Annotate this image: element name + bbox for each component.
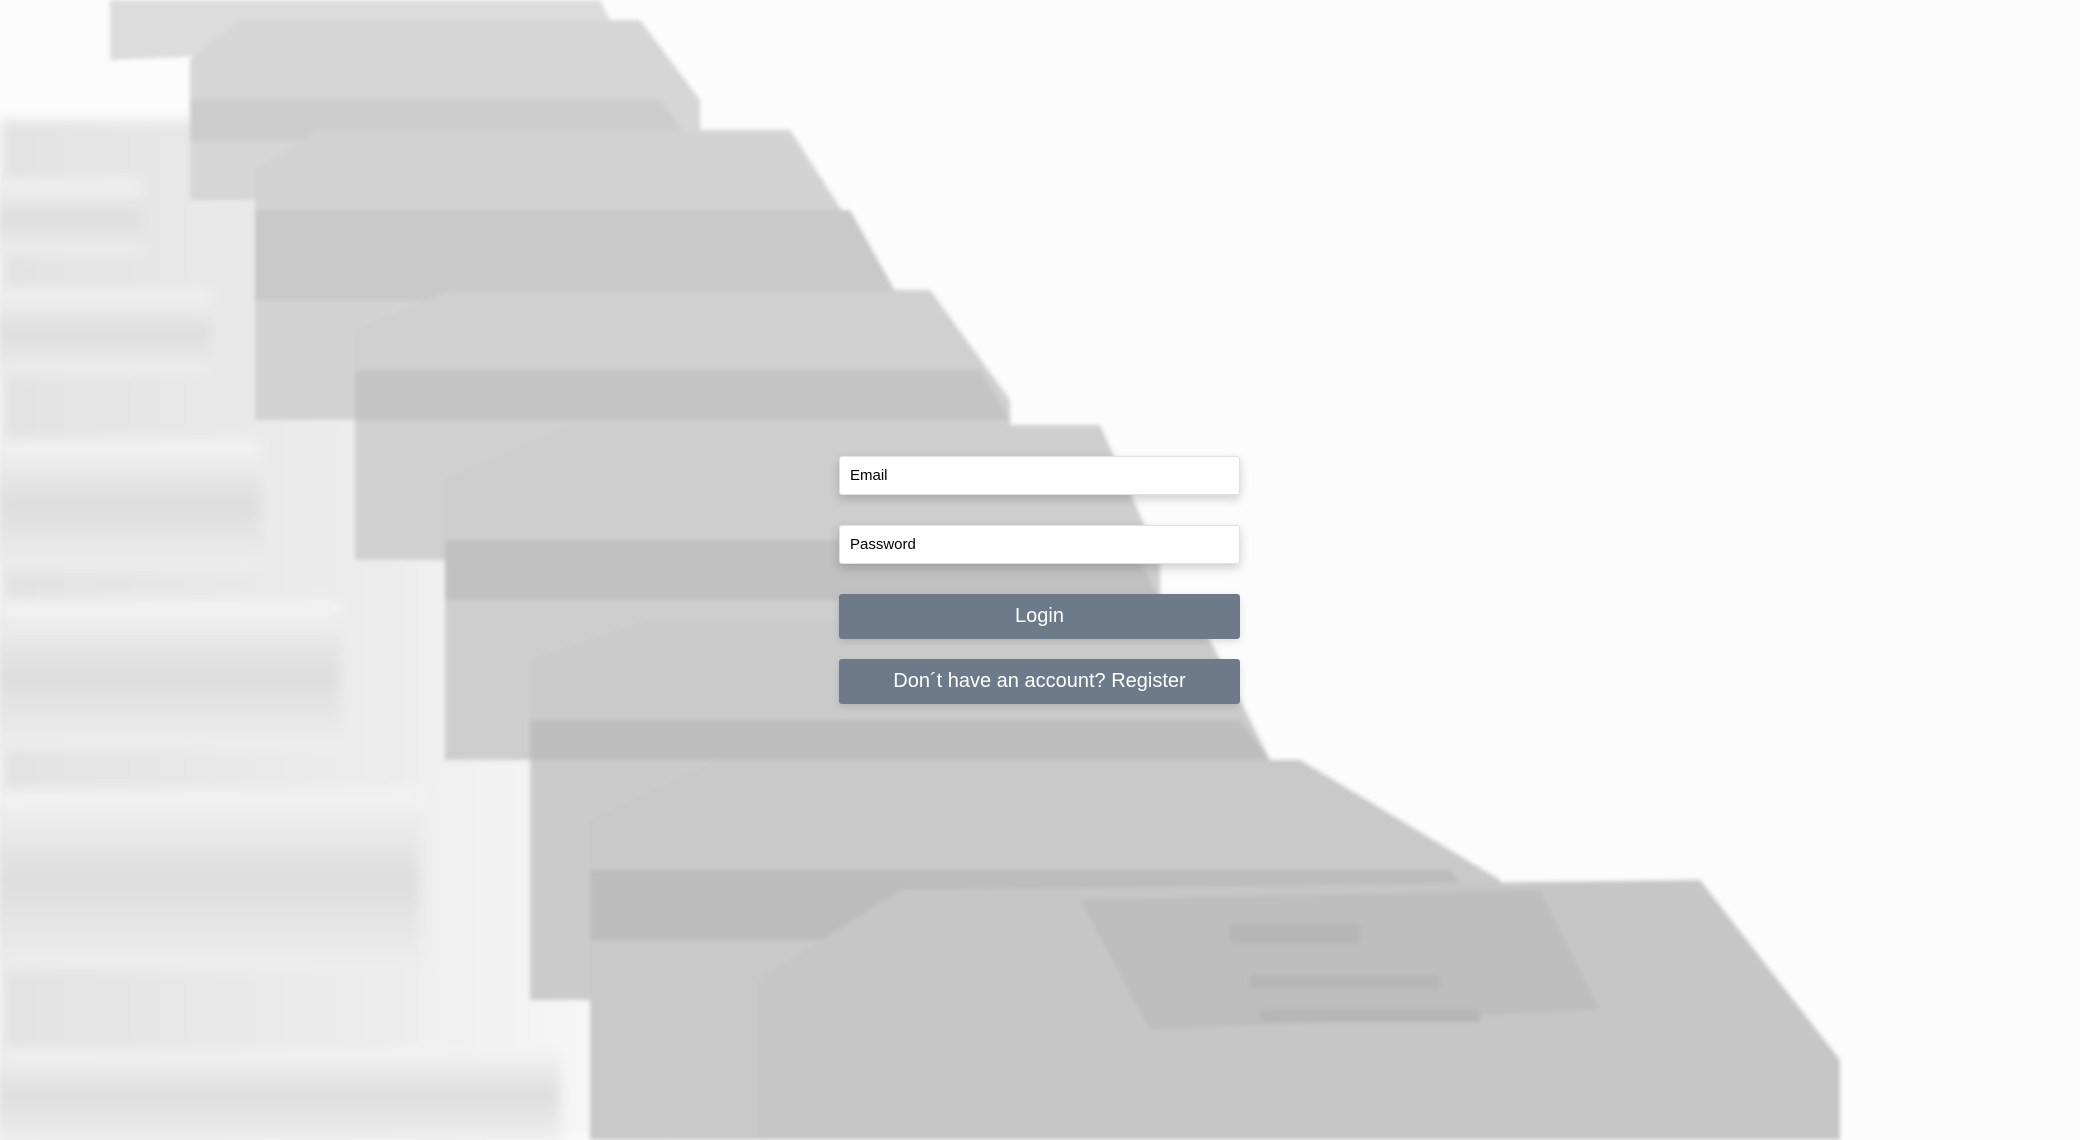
password-field[interactable] bbox=[839, 525, 1240, 564]
login-button[interactable]: Login bbox=[839, 594, 1240, 639]
email-field[interactable] bbox=[839, 456, 1240, 495]
login-form: Login Don´t have an account? Register bbox=[839, 456, 1240, 704]
register-button[interactable]: Don´t have an account? Register bbox=[839, 659, 1240, 704]
login-page: Login Don´t have an account? Register bbox=[0, 0, 2080, 1140]
